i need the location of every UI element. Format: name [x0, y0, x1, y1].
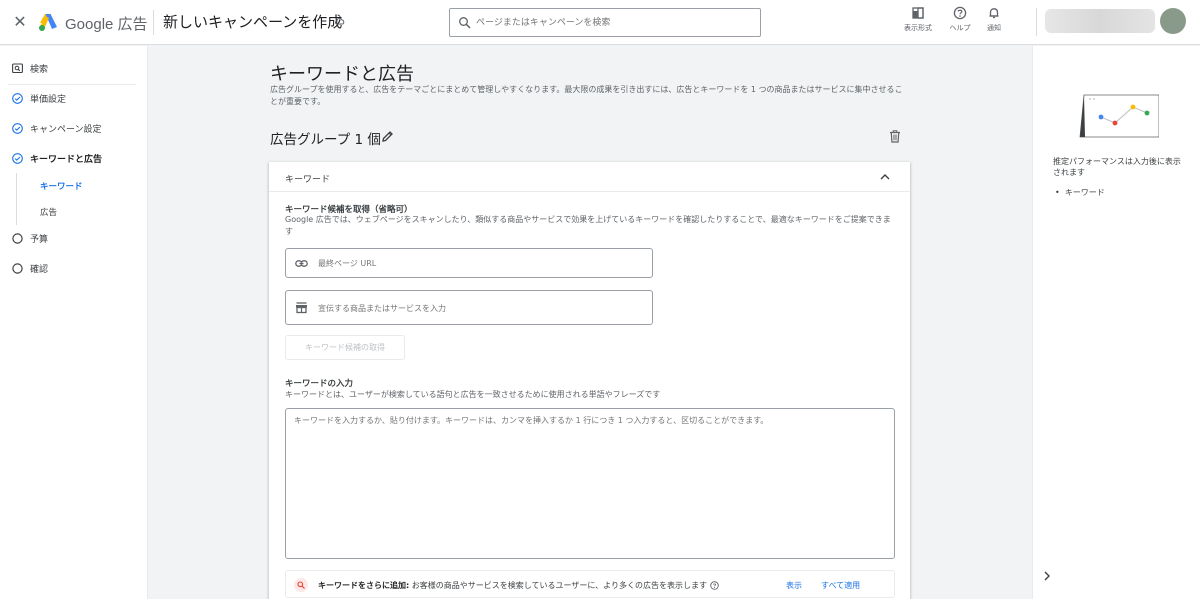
- sidebar-item-search[interactable]: 検索: [0, 57, 148, 81]
- sidebar-item-campaign-settings[interactable]: キャンペーン設定: [0, 117, 148, 141]
- search-suggestion-icon: [294, 578, 308, 592]
- notifications-button[interactable]: 通知: [974, 6, 1014, 38]
- add-more-keywords-bar: キーワードをさらに追加: お客様の商品やサービスを検索しているユーザーに、より多…: [285, 570, 895, 598]
- apply-all-link[interactable]: すべて適用: [821, 580, 860, 591]
- landing-url-input[interactable]: [318, 255, 638, 271]
- header-divider: [1036, 8, 1037, 36]
- add-more-keywords-description: お客様の商品やサービスを検索しているユーザーに、より多くの広告を表示します: [409, 581, 707, 590]
- empty-circle-icon: [12, 233, 23, 244]
- sidebar-item-label: 確認: [30, 265, 49, 275]
- store-icon: [296, 302, 307, 314]
- sidebar-item-bidding[interactable]: 単価設定: [0, 87, 148, 111]
- account-info[interactable]: [1045, 9, 1155, 33]
- keyword-input-description: キーワードとは、ユーザーが検索している語句と広告を一致させるために使用される単語…: [285, 390, 661, 399]
- keyword-suggestions-description: Google 広告では、ウェブページをスキャンしたり、類似する商品やサービスで効…: [285, 215, 891, 236]
- search-box[interactable]: [449, 8, 761, 37]
- sidebar-item-keywords-and-ads[interactable]: キーワードと広告: [0, 147, 148, 171]
- performance-info-text: 推定パフォーマンスは入力後に表示されます: [1053, 157, 1181, 177]
- add-more-keywords-text: キーワードをさらに追加: お客様の商品やサービスを検索しているユーザーに、より多…: [318, 580, 719, 591]
- edit-icon[interactable]: [381, 130, 394, 143]
- keywords-card: キーワード キーワード候補を取得（省略可） Google 広告では、ウェブページ…: [269, 162, 910, 599]
- help-icon: [953, 6, 967, 20]
- main-content: キーワードと広告 広告グループを使用すると、広告をテーマごとにまとめて管理しやす…: [148, 46, 1032, 599]
- display-format-label: 表示形式: [904, 24, 932, 32]
- ad-group-title: 広告グループ 1 個: [270, 132, 381, 148]
- link-icon: [295, 260, 308, 267]
- sidebar-item-label: 検索: [30, 65, 49, 75]
- sidebar-item-budget[interactable]: 予算: [0, 227, 148, 251]
- sidebar-subitem-label: 広告: [40, 208, 58, 218]
- check-circle-icon: [12, 153, 23, 164]
- campaign-title: 新しいキャンペーンを作成: [163, 13, 343, 31]
- brand-name: Google 広告: [65, 16, 148, 33]
- sidebar: 検索 単価設定 キャンペーン設定 キーワードと広告 キーワード 広告 予算 確認: [0, 46, 148, 599]
- bell-icon: [989, 8, 999, 19]
- close-icon[interactable]: ✕: [10, 12, 30, 32]
- check-circle-icon: [12, 93, 23, 104]
- keywords-card-header[interactable]: キーワード: [269, 162, 910, 192]
- help-circle-icon[interactable]: [710, 581, 719, 590]
- sidebar-item-label: 単価設定: [30, 95, 67, 105]
- sidebar-item-label: 予算: [30, 235, 49, 245]
- cloud-saved-icon: [335, 17, 345, 25]
- notifications-label: 通知: [987, 24, 1001, 32]
- display-format-button[interactable]: 表示形式: [898, 6, 938, 38]
- keywords-textarea[interactable]: [285, 408, 895, 559]
- sidebar-subitem-ads[interactable]: 広告: [0, 201, 148, 223]
- bullet-label: キーワード: [1064, 188, 1105, 197]
- brand-divider: [153, 10, 154, 35]
- performance-chart-illustration: [1079, 94, 1159, 138]
- sidebar-item-label: キーワードと広告: [30, 155, 103, 165]
- landing-url-field[interactable]: [285, 248, 653, 278]
- google-ads-logo: [39, 14, 57, 31]
- page-title: キーワードと広告: [270, 64, 414, 85]
- performance-panel: 推定パフォーマンスは入力後に表示されます • キーワード: [1032, 46, 1200, 599]
- keyword-input-title: キーワードの入力: [285, 379, 354, 389]
- search-input[interactable]: [476, 13, 756, 33]
- sidebar-item-label: キャンペーン設定: [30, 125, 102, 135]
- search-box-icon: [12, 63, 23, 74]
- sidebar-subitem-label: キーワード: [40, 182, 83, 192]
- performance-bullet-keyword: • キーワード: [1055, 188, 1105, 197]
- page-description: 広告グループを使用すると、広告をテーマごとにまとめて管理しやすくなります。最大限…: [270, 85, 903, 106]
- sidebar-subitem-keywords[interactable]: キーワード: [0, 175, 148, 197]
- avatar[interactable]: [1160, 8, 1186, 34]
- card-title: キーワード: [285, 175, 331, 185]
- show-keywords-link[interactable]: 表示: [786, 580, 802, 591]
- top-bar: ✕ Google 広告 新しいキャンペーンを作成 表示形式 ヘルプ: [0, 0, 1200, 45]
- sidebar-divider: [8, 84, 136, 85]
- search-icon: [459, 17, 471, 29]
- add-more-keywords-label: キーワードをさらに追加:: [318, 581, 410, 590]
- sidebar-item-review[interactable]: 確認: [0, 257, 148, 281]
- get-keyword-suggestions-button[interactable]: キーワード候補の取得: [285, 335, 405, 360]
- display-format-icon: [912, 7, 924, 19]
- empty-circle-icon: [12, 263, 23, 274]
- chevron-up-icon[interactable]: [879, 171, 891, 183]
- check-circle-icon: [12, 123, 23, 134]
- product-field[interactable]: [285, 290, 653, 325]
- delete-icon[interactable]: [889, 130, 901, 143]
- product-input[interactable]: [318, 300, 638, 316]
- chevron-right-icon[interactable]: [1041, 570, 1053, 582]
